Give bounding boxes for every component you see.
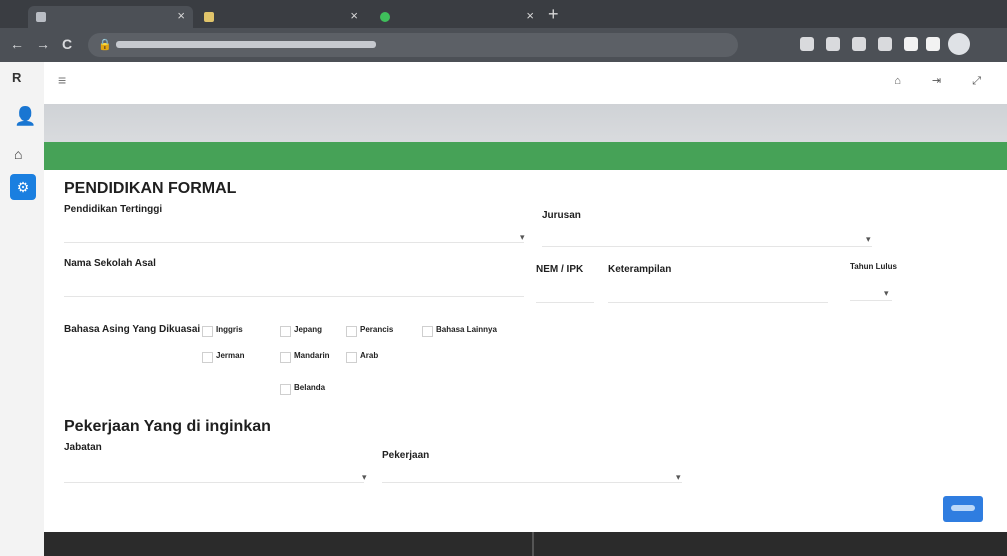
language-option-label: Bahasa Lainnya [436, 325, 497, 334]
checkbox[interactable] [280, 352, 291, 363]
page-banner [44, 104, 1007, 142]
language-option-label: Jerman [216, 351, 245, 360]
browser-tab-whatsapp[interactable]: × [372, 6, 542, 28]
job-select[interactable] [382, 460, 682, 483]
new-tab-button[interactable]: + [548, 4, 559, 25]
language-option-label: Belanda [294, 383, 326, 392]
header-action-icons[interactable]: ⌂ ⇥ ⤢ [894, 74, 995, 88]
app-sidebar: R 👤 ⌂ ⚙ [0, 62, 44, 556]
next-button-label [951, 505, 975, 511]
extension-icon[interactable] [800, 37, 814, 51]
close-tab-icon[interactable]: × [350, 8, 358, 23]
language-option-label: Mandarin [294, 351, 330, 360]
close-tab-icon[interactable]: × [526, 8, 534, 23]
language-option-label: Arab [360, 351, 379, 360]
gpa-label: NEM / IPK [536, 264, 584, 275]
language-option-label: Inggris [216, 325, 243, 334]
home-icon[interactable]: ⌂ [14, 146, 30, 162]
section-title: PENDIDIKAN FORMAL [64, 180, 237, 197]
checkbox[interactable] [202, 352, 213, 363]
extension-icon[interactable] [878, 37, 892, 51]
hamburger-menu-icon[interactable]: ≡ [58, 72, 66, 88]
step-indicator-bar [44, 142, 1007, 170]
chevron-down-icon[interactable]: ▾ [520, 232, 525, 243]
browser-toolbar: ← → C 🔒 [0, 28, 1007, 62]
checkbox[interactable] [280, 326, 291, 337]
language-option-label: Perancis [360, 325, 394, 334]
lock-icon: 🔒 [98, 39, 112, 51]
back-icon[interactable]: ← [10, 36, 24, 52]
year-label: Tahun Lulus [850, 262, 897, 271]
chevron-down-icon[interactable]: ▾ [362, 472, 367, 483]
education-label: Pendidikan Tertinggi [64, 204, 163, 215]
checkbox[interactable] [346, 352, 357, 363]
major-select[interactable] [542, 224, 872, 247]
position-select[interactable] [64, 460, 364, 483]
url-field[interactable]: 🔒 [88, 33, 738, 57]
education-select[interactable] [64, 220, 524, 243]
school-input[interactable] [64, 274, 524, 297]
sidebar-panel-icon[interactable] [926, 37, 940, 51]
skills-input[interactable] [608, 280, 828, 303]
browser-tab-sidak[interactable]: × [28, 6, 193, 28]
divider [532, 532, 534, 556]
sidak-favicon-icon [36, 12, 46, 22]
reload-icon[interactable]: C [62, 36, 72, 52]
checkbox[interactable] [202, 326, 213, 337]
close-tab-icon[interactable]: × [177, 8, 185, 23]
language-label: Bahasa Asing Yang Dikuasai [64, 324, 201, 335]
checkbox[interactable] [346, 326, 357, 337]
extension-icon[interactable] [826, 37, 840, 51]
form-card: PENDIDIKAN FORMAL Pendidikan Tertinggi ▾… [44, 170, 1007, 532]
user-icon[interactable]: 👤 [14, 106, 36, 126]
chevron-down-icon[interactable]: ▾ [884, 288, 889, 299]
url-text [116, 41, 376, 48]
language-option-label: Jepang [294, 325, 323, 334]
gpa-input[interactable] [536, 280, 594, 303]
skills-label: Keterampilan [608, 264, 672, 275]
browser-tab-strip: × × × + [0, 0, 1007, 28]
app-header: ≡ ⌂ ⇥ ⤢ [44, 62, 1007, 104]
bottom-strip [44, 532, 1007, 556]
chevron-down-icon[interactable]: ▾ [866, 234, 871, 245]
browser-tab-tiket-buku[interactable]: × [196, 6, 366, 28]
settings-icon[interactable]: ⚙ [10, 174, 36, 200]
school-label: Nama Sekolah Asal [64, 258, 156, 269]
position-label: Jabatan [64, 442, 102, 453]
chevron-down-icon[interactable]: ▾ [676, 472, 681, 483]
checkbox[interactable] [280, 384, 291, 395]
next-button[interactable] [943, 496, 983, 522]
whatsapp-favicon-icon [380, 12, 390, 22]
tiket-buku-favicon-icon [204, 12, 214, 22]
puzzle-icon[interactable] [904, 37, 918, 51]
profile-avatar[interactable] [948, 33, 970, 55]
app-logo[interactable]: R [12, 70, 28, 86]
job-section-title: Pekerjaan Yang di inginkan [64, 418, 271, 435]
major-label: Jurusan [542, 210, 581, 221]
forward-icon[interactable]: → [36, 36, 50, 52]
extension-icon[interactable] [852, 37, 866, 51]
checkbox[interactable] [422, 326, 433, 337]
